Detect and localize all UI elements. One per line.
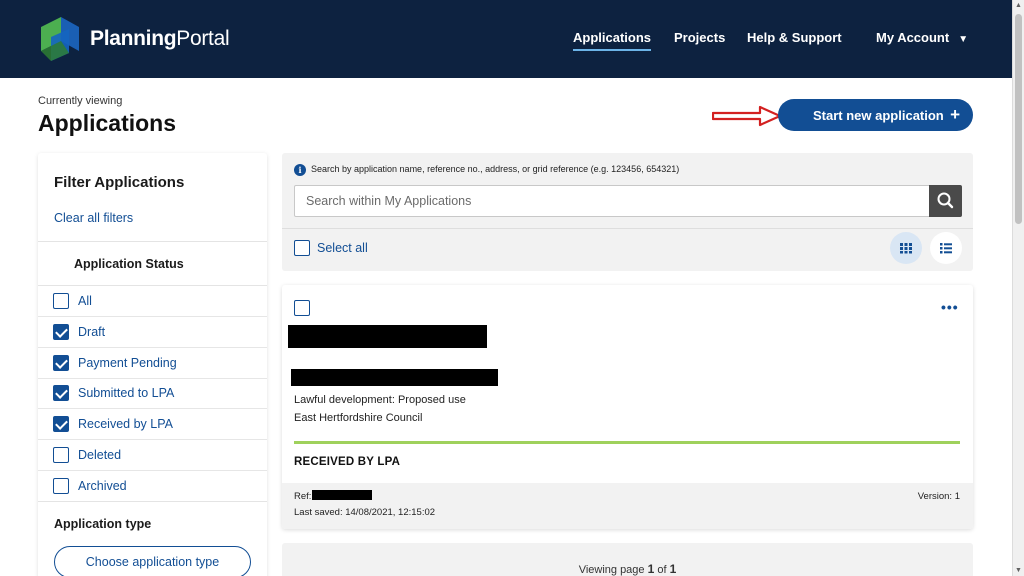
filter-option-received-by-lpa[interactable]: Received by LPA: [38, 409, 267, 440]
search-divider: [282, 228, 973, 229]
version-text: Version: 1: [917, 491, 960, 502]
scrollbar-thumb[interactable]: [1015, 14, 1022, 224]
grid-icon: [900, 243, 912, 254]
pagination-text: Viewing page 1 of 1: [282, 562, 973, 576]
currently-viewing-label: Currently viewing: [38, 95, 123, 107]
checkbox-checked[interactable]: [53, 355, 69, 371]
logo-text-planning: Planning: [90, 27, 177, 50]
nav-help-support[interactable]: Help & Support: [747, 30, 842, 45]
chevron-down-icon: ▼: [958, 34, 969, 45]
filter-option-label: Payment Pending: [78, 356, 177, 370]
search-icon: [937, 192, 954, 209]
scroll-down-arrow-icon[interactable]: ▼: [1015, 567, 1022, 574]
pagination-of: of: [657, 564, 667, 576]
scroll-up-arrow-icon[interactable]: ▲: [1015, 2, 1022, 9]
redacted-reference: [312, 490, 372, 500]
planning-portal-logo-icon[interactable]: [39, 15, 83, 63]
list-icon: [940, 243, 952, 254]
select-all-checkbox[interactable]: [294, 240, 310, 256]
checkbox[interactable]: [53, 478, 69, 494]
grid-view-toggle[interactable]: [890, 232, 922, 264]
filter-panel: Filter Applications Clear all filters Ap…: [38, 153, 267, 576]
filter-option-label: Submitted to LPA: [78, 386, 175, 400]
status-progress-bar: [294, 441, 960, 444]
filter-panel-title: Filter Applications: [54, 174, 185, 191]
application-card[interactable]: ••• Lawful development: Proposed use Eas…: [282, 285, 973, 529]
nav-my-account[interactable]: My Account ▼: [876, 30, 968, 45]
pagination-prefix: Viewing page: [578, 564, 645, 576]
last-saved-text: Last saved: 14/08/2021, 12:15:02: [294, 507, 436, 518]
filter-divider: [38, 501, 267, 502]
top-navigation-bar: PlanningPortal Applications Projects Hel…: [0, 0, 1012, 78]
search-input[interactable]: [294, 185, 930, 217]
application-status-heading: Application Status: [74, 257, 184, 271]
nav-my-account-label: My Account: [876, 30, 950, 45]
filter-option-label: Deleted: [78, 448, 122, 462]
filter-option-draft[interactable]: Draft: [38, 317, 267, 348]
start-new-application-label: Start new application: [813, 107, 944, 123]
info-icon: i: [294, 164, 306, 176]
nav-applications[interactable]: Applications: [573, 30, 652, 51]
filter-option-all[interactable]: All: [38, 286, 267, 317]
start-new-application-button[interactable]: Start new application +: [778, 99, 973, 131]
clear-all-filters-link[interactable]: Clear all filters: [54, 211, 133, 225]
plus-icon: +: [950, 105, 960, 124]
checkbox-checked[interactable]: [53, 416, 69, 432]
application-type-heading: Application type: [54, 517, 152, 531]
council-name: East Hertfordshire Council: [294, 412, 423, 424]
redacted-address: [291, 369, 498, 386]
page-scrollbar[interactable]: ▲ ▼: [1012, 0, 1024, 576]
logo-text-portal: Portal: [176, 27, 230, 50]
filter-option-payment-pending[interactable]: Payment Pending: [38, 348, 267, 379]
site-logo-text[interactable]: PlanningPortal: [90, 27, 230, 51]
reference-label: Ref:: [294, 491, 312, 502]
nav-projects[interactable]: Projects: [674, 30, 725, 45]
pagination-panel: Viewing page 1 of 1: [282, 543, 973, 576]
current-page: 1: [647, 562, 655, 576]
filter-divider: [38, 241, 267, 242]
redacted-application-name: [288, 325, 487, 348]
checkbox[interactable]: [53, 293, 69, 309]
red-arrow-annotation-icon: [712, 105, 782, 127]
search-panel: i Search by application name, reference …: [282, 153, 973, 271]
checkbox[interactable]: [53, 447, 69, 463]
filter-option-label: Draft: [78, 325, 106, 339]
filter-option-label: Received by LPA: [78, 417, 173, 431]
application-type-text: Lawful development: Proposed use: [294, 394, 466, 406]
search-hint-text: Search by application name, reference no…: [311, 164, 680, 174]
filter-option-deleted[interactable]: Deleted: [38, 440, 267, 471]
select-all-label[interactable]: Select all: [317, 241, 368, 255]
page-title: Applications: [38, 110, 177, 136]
checkbox-checked[interactable]: [53, 385, 69, 401]
total-pages: 1: [669, 562, 677, 576]
application-select-checkbox[interactable]: [294, 300, 310, 316]
search-button[interactable]: [929, 185, 962, 217]
more-options-icon[interactable]: •••: [941, 299, 959, 315]
choose-application-type-button[interactable]: Choose application type: [54, 546, 251, 576]
filter-option-submitted-to-lpa[interactable]: Submitted to LPA: [38, 378, 267, 409]
card-footer: Ref: Version: 1 Last saved: 14/08/2021, …: [282, 483, 973, 529]
checkbox-checked[interactable]: [53, 324, 69, 340]
application-status: RECEIVED BY LPA: [294, 456, 401, 468]
filter-option-label: Archived: [78, 479, 127, 493]
filter-option-label: All: [78, 294, 92, 308]
filter-option-archived[interactable]: Archived: [53, 471, 263, 501]
list-view-toggle[interactable]: [930, 232, 962, 264]
